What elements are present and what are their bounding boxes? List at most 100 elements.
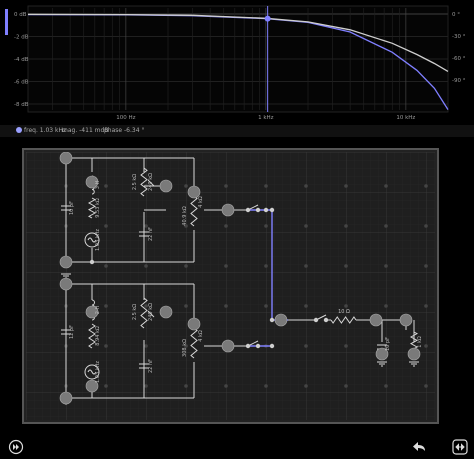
grid-dot bbox=[344, 184, 348, 188]
component-label: 22 nF bbox=[148, 359, 154, 373]
grid-dot bbox=[184, 304, 188, 308]
y-tick-label-left: 0 dB bbox=[14, 12, 27, 18]
terminal-node bbox=[221, 203, 235, 217]
y-tick-label-left: -2 dB bbox=[14, 35, 29, 41]
component-label: 1.03 kHz bbox=[95, 229, 101, 251]
grid-dot bbox=[104, 304, 108, 308]
grid-dot bbox=[384, 304, 388, 308]
component-label: 22 nF bbox=[148, 227, 154, 241]
plot-side-handle bbox=[5, 9, 8, 35]
grid-dot bbox=[104, 384, 108, 388]
undo-icon[interactable] bbox=[412, 439, 428, 455]
y-tick-label-right: -90 ° bbox=[452, 78, 466, 84]
component-label: 4 kΩ bbox=[198, 196, 204, 208]
grid-dot bbox=[424, 184, 428, 188]
y-tick-label-right: 0 ° bbox=[452, 12, 460, 18]
grid-dot bbox=[304, 344, 308, 348]
terminal-node bbox=[399, 313, 413, 327]
grid-dot bbox=[224, 384, 228, 388]
terminal-node bbox=[59, 152, 73, 165]
grid-dot bbox=[344, 344, 348, 348]
terminal-node bbox=[369, 313, 383, 327]
junction-node bbox=[245, 207, 251, 213]
readout-magnitude: mag. -411 mdB bbox=[62, 127, 109, 134]
component-label: 2.5 kΩ bbox=[132, 174, 138, 190]
component-label: 12 pF bbox=[69, 325, 75, 339]
grid-dot bbox=[104, 184, 108, 188]
grid-dot bbox=[344, 384, 348, 388]
junction-node bbox=[269, 343, 275, 349]
fast-forward-icon[interactable] bbox=[8, 439, 24, 455]
grid-dot bbox=[384, 384, 388, 388]
component-label: 308 kΩ bbox=[182, 339, 188, 357]
grid-dot bbox=[424, 264, 428, 268]
grid-dot bbox=[264, 384, 268, 388]
grid-dot bbox=[384, 224, 388, 228]
terminal-node bbox=[187, 185, 201, 199]
grid-dot bbox=[384, 264, 388, 268]
readout-phase: phase -6.34 ° bbox=[104, 127, 145, 134]
component-label: 9.53 kΩ bbox=[95, 198, 101, 218]
terminal-node bbox=[187, 317, 201, 331]
grid-dot bbox=[144, 264, 148, 268]
terminal-node bbox=[274, 313, 288, 327]
grid-dot bbox=[224, 184, 228, 188]
grid-dot bbox=[184, 384, 188, 388]
component-label: 249 kΩ bbox=[148, 173, 154, 191]
x-tick-label: 1 kHz bbox=[258, 115, 274, 121]
circuit-canvas[interactable]: 10 pF 3 H 9.53 kΩ 1.03 kHz 2.5 kΩ 249 kΩ 22 nF… bbox=[26, 152, 435, 420]
y-tick-label-left: -4 dB bbox=[14, 57, 29, 63]
junction-node bbox=[323, 317, 329, 323]
grid-dot bbox=[224, 224, 228, 228]
grid-dot bbox=[264, 224, 268, 228]
component-label: 10 pF bbox=[385, 337, 391, 351]
grid-dot bbox=[304, 224, 308, 228]
grid-dot bbox=[184, 184, 188, 188]
frequency-plot[interactable]: 0 dB -2 dB -4 dB -6 dB -8 dB 0 ° -30 ° -60 ° -9… bbox=[0, 0, 474, 124]
terminal-node bbox=[159, 305, 173, 319]
grid-dot bbox=[344, 264, 348, 268]
junction-node bbox=[255, 207, 261, 213]
grid-dot bbox=[104, 224, 108, 228]
grid-dot bbox=[224, 264, 228, 268]
y-tick-label-left: -8 dB bbox=[14, 102, 29, 108]
junction-node bbox=[313, 317, 319, 323]
grid-dot bbox=[424, 304, 428, 308]
grid-dot bbox=[184, 264, 188, 268]
swap-icon[interactable] bbox=[452, 439, 468, 455]
grid-dot bbox=[144, 344, 148, 348]
grid-dot bbox=[384, 184, 388, 188]
grid-dot bbox=[424, 344, 428, 348]
grid-dot bbox=[264, 184, 268, 188]
component-label: 3 H bbox=[95, 180, 101, 189]
junction-node bbox=[269, 207, 275, 213]
grid-dot bbox=[344, 224, 348, 228]
readout-frequency: freq. 1.03 kHz bbox=[24, 127, 67, 134]
component-label: 249 kΩ bbox=[148, 303, 154, 321]
grid-dot bbox=[304, 184, 308, 188]
junction-node bbox=[263, 207, 269, 213]
terminal-node bbox=[221, 339, 235, 353]
component-label: 1.03 kHz bbox=[95, 361, 101, 383]
grid-dot bbox=[104, 344, 108, 348]
junction-node bbox=[89, 259, 95, 265]
grid-dot bbox=[304, 264, 308, 268]
grid-dot bbox=[304, 304, 308, 308]
y-tick-label-right: -60 ° bbox=[452, 56, 466, 62]
junction-node bbox=[245, 343, 251, 349]
terminal-node bbox=[159, 179, 173, 193]
cursor-handle bbox=[264, 15, 271, 22]
terminal-node bbox=[59, 391, 73, 405]
grid-dot bbox=[224, 304, 228, 308]
terminal-node bbox=[59, 277, 73, 291]
terminal-node bbox=[59, 255, 73, 269]
y-tick-label-right: -30 ° bbox=[452, 34, 466, 40]
component-label: 8.94 kΩ bbox=[95, 326, 101, 346]
terminal-node bbox=[407, 347, 421, 361]
y-tick-label-left: -6 dB bbox=[14, 80, 29, 86]
component-label: 2 H bbox=[95, 305, 101, 314]
grid-dot bbox=[144, 384, 148, 388]
readout-bar: freq. 1.03 kHz mag. -411 mdB phase -6.34… bbox=[0, 125, 474, 137]
grid-dot bbox=[304, 384, 308, 388]
grid-dot bbox=[424, 384, 428, 388]
